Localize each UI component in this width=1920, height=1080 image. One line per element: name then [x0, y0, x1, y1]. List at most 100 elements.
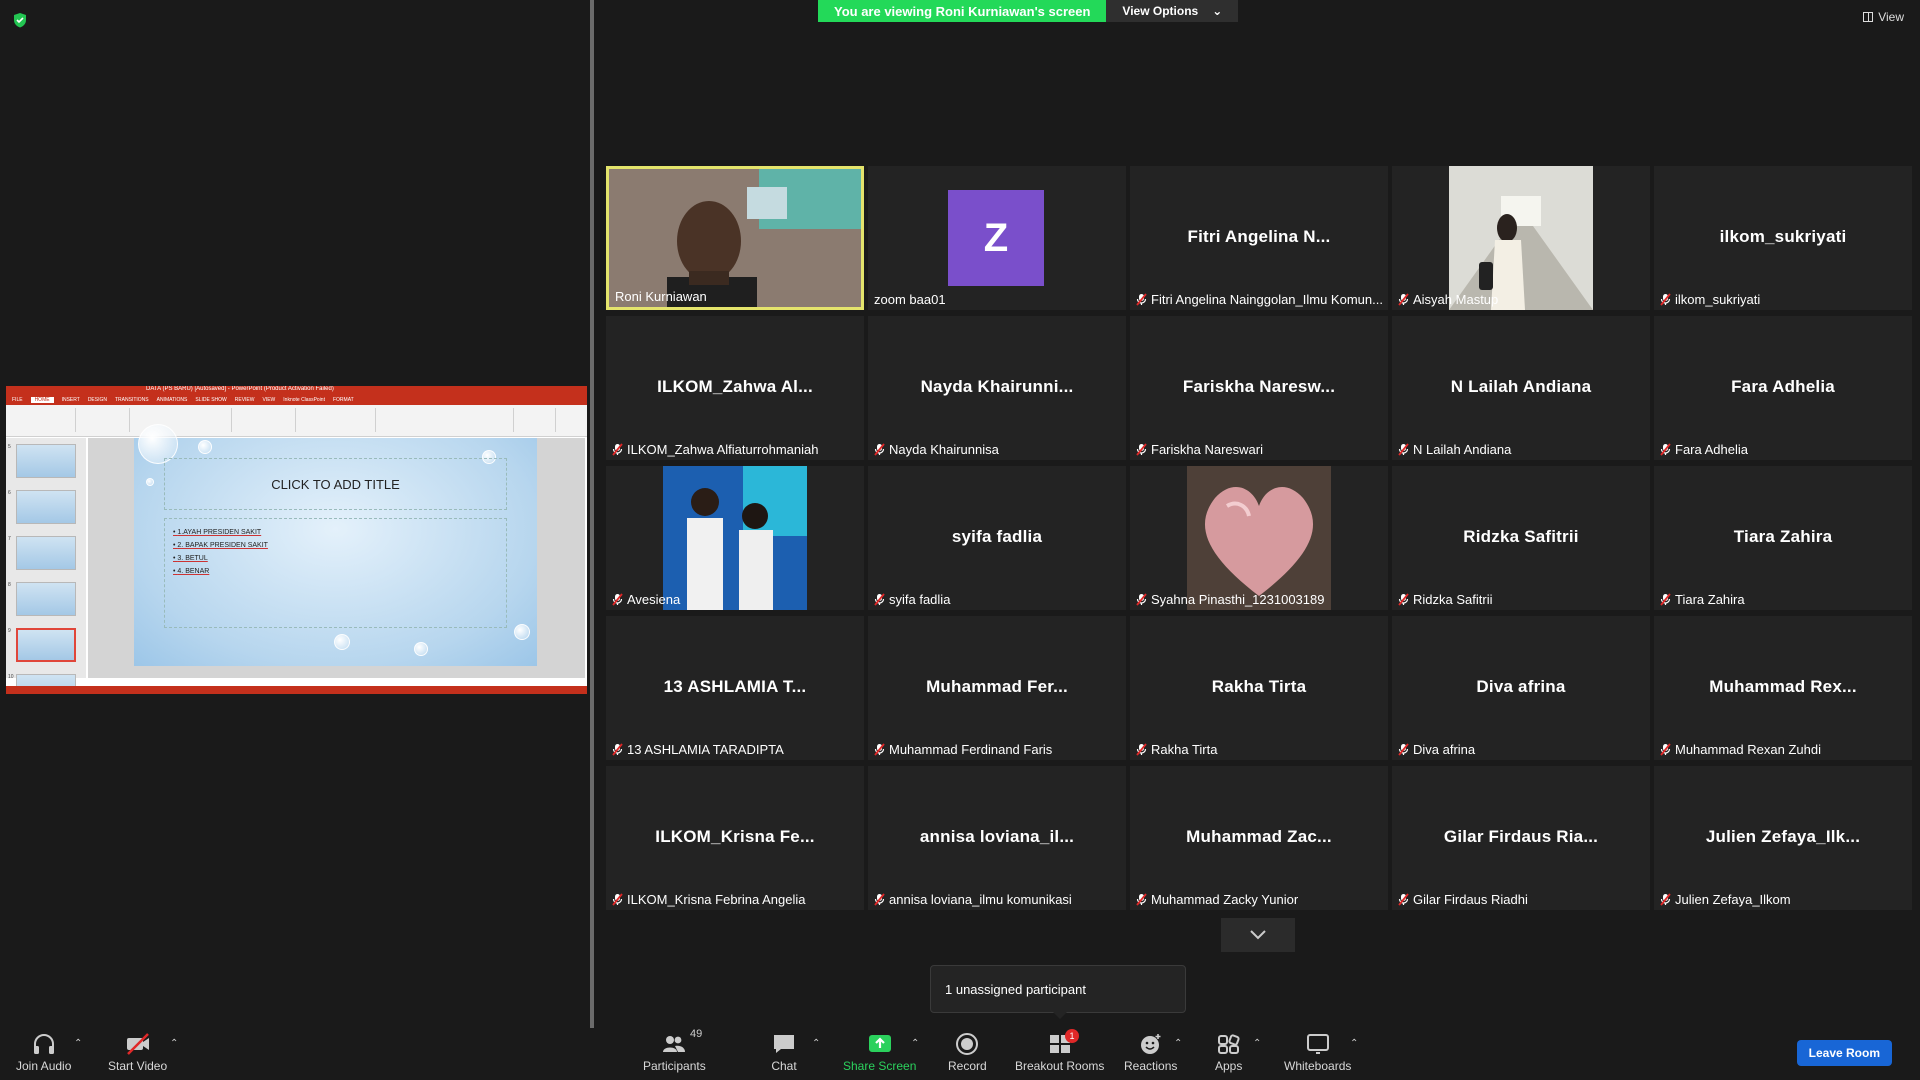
slide-body-placeholder[interactable]: 1.AYAH PRESIDEN SAKIT 2. BAPAK PRESIDEN S…: [164, 518, 507, 628]
participant-tile[interactable]: N Lailah Andiana N Lailah Andiana: [1392, 316, 1650, 460]
participant-display-name: Muhammad Fer...: [926, 677, 1068, 696]
participant-tile[interactable]: Avesiena: [606, 466, 864, 610]
ppt-slide-thumbnails[interactable]: 5 6 7 8 9 10: [6, 438, 86, 694]
apps-button[interactable]: Apps: [1215, 1032, 1242, 1073]
breakout-rooms-button[interactable]: Breakout Rooms: [1015, 1032, 1104, 1073]
split-divider[interactable]: [590, 0, 594, 1028]
participant-tile[interactable]: Tiara Zahira Tiara Zahira: [1654, 466, 1912, 610]
join-audio-label: Join Audio: [16, 1059, 72, 1073]
participant-name: ILKOM_Zahwa Alfiaturrohmaniah: [627, 442, 819, 457]
participant-tile[interactable]: Ridzka Safitrii Ridzka Safitrii: [1392, 466, 1650, 610]
share-options-caret[interactable]: ⌃: [911, 1038, 919, 1049]
share-screen-button[interactable]: Share Screen: [843, 1032, 916, 1073]
participant-name-label: Aisyah Mastup: [1394, 291, 1502, 308]
participant-tile[interactable]: Gilar Firdaus Ria... Gilar Firdaus Riadhi: [1392, 766, 1650, 910]
chat-options-caret[interactable]: ⌃: [812, 1038, 820, 1049]
participant-name: Gilar Firdaus Riadhi: [1413, 892, 1528, 907]
participant-name-label: syifa fadlia: [870, 591, 954, 608]
participant-tile[interactable]: Nayda Khairunni... Nayda Khairunnisa: [868, 316, 1126, 460]
ppt-slide[interactable]: CLICK TO ADD TITLE 1.AYAH PRESIDEN SAKIT…: [134, 424, 537, 666]
ppt-tab: Inknote ClassPoint: [283, 397, 325, 403]
participant-tile[interactable]: 13 ASHLAMIA T... 13 ASHLAMIA TARADIPTA: [606, 616, 864, 760]
shared-screen[interactable]: DATA (PS BARU) [Autosaved] - PowerPoint …: [6, 386, 587, 694]
mic-muted-icon: [874, 743, 885, 756]
slide-bullet: 1.AYAH PRESIDEN SAKIT: [173, 529, 498, 536]
slide-thumbnail[interactable]: [16, 444, 76, 478]
participant-tile[interactable]: Julien Zefaya_Ilk... Julien Zefaya_Ilkom: [1654, 766, 1912, 910]
whiteboard-icon: [1306, 1034, 1329, 1054]
participant-tile[interactable]: annisa loviana_il... annisa loviana_ilmu …: [868, 766, 1126, 910]
mic-muted-icon: [874, 593, 885, 606]
whiteboards-options-caret[interactable]: ⌃: [1350, 1038, 1358, 1049]
participant-name-label: Syahna Pinasthi_1231003189: [1132, 591, 1328, 608]
participant-tile[interactable]: Syahna Pinasthi_1231003189: [1130, 466, 1388, 610]
participant-tile[interactable]: Roni Kurniawan: [606, 166, 864, 310]
breakout-rooms-badge: 1: [1065, 1029, 1079, 1043]
leave-room-button[interactable]: Leave Room: [1796, 1040, 1892, 1066]
chat-label: Chat: [771, 1059, 797, 1073]
participant-name: Fitri Angelina Nainggolan_Ilmu Komun...: [1151, 292, 1383, 307]
participant-tile[interactable]: Muhammad Rex... Muhammad Rexan Zuhdi: [1654, 616, 1912, 760]
participant-display-name: Fara Adhelia: [1731, 377, 1835, 396]
slide-bullet: 2. BAPAK PRESIDEN SAKIT: [173, 542, 498, 549]
participant-name-label: Nayda Khairunnisa: [870, 441, 1003, 458]
ppt-slide-area: CLICK TO ADD TITLE 1.AYAH PRESIDEN SAKIT…: [88, 424, 585, 678]
thumbnail-number: 8: [8, 582, 11, 588]
ppt-tab: FILE: [12, 397, 23, 403]
reactions-options-caret[interactable]: ⌃: [1174, 1038, 1182, 1049]
participant-tile[interactable]: Aisyah Mastup: [1392, 166, 1650, 310]
participant-tile[interactable]: ilkom_sukriyati ilkom_sukriyati: [1654, 166, 1912, 310]
slide-thumbnail[interactable]: [16, 582, 76, 616]
participant-tile[interactable]: Rakha Tirta Rakha Tirta: [1130, 616, 1388, 760]
view-button[interactable]: View: [1863, 10, 1904, 24]
view-options-button[interactable]: View Options ⌄: [1106, 0, 1239, 22]
participant-tile[interactable]: Diva afrina Diva afrina: [1392, 616, 1650, 760]
mic-muted-icon: [874, 893, 885, 906]
participant-tile[interactable]: Fariskha Naresw... Fariskha Nareswari: [1130, 316, 1388, 460]
slide-thumbnail[interactable]: [16, 490, 76, 524]
start-video-button[interactable]: Start Video: [108, 1032, 167, 1073]
audio-options-caret[interactable]: ⌃: [74, 1038, 82, 1049]
chat-button[interactable]: Chat: [771, 1032, 797, 1073]
slide-thumbnail[interactable]: [16, 536, 76, 570]
unassigned-participant-tooltip[interactable]: 1 unassigned participant: [930, 965, 1186, 1019]
participant-tile[interactable]: ILKOM_Krisna Fe... ILKOM_Krisna Febrina A…: [606, 766, 864, 910]
whiteboards-button[interactable]: Whiteboards: [1284, 1032, 1351, 1073]
participant-tile[interactable]: Zzoom baa01: [868, 166, 1126, 310]
participant-tile[interactable]: Muhammad Fer... Muhammad Ferdinand Faris: [868, 616, 1126, 760]
participant-tile[interactable]: Fitri Angelina N... Fitri Angelina Naingg…: [1130, 166, 1388, 310]
join-audio-button[interactable]: Join Audio: [16, 1032, 71, 1073]
mic-muted-icon: [1398, 743, 1409, 756]
participant-photo: [1449, 166, 1593, 310]
participant-tile[interactable]: ILKOM_Zahwa Al... ILKOM_Zahwa Alfiaturroh…: [606, 316, 864, 460]
video-options-caret[interactable]: ⌃: [170, 1038, 178, 1049]
apps-options-caret[interactable]: ⌃: [1253, 1038, 1261, 1049]
participant-tile[interactable]: syifa fadlia syifa fadlia: [868, 466, 1126, 610]
participant-name-label: annisa loviana_ilmu komunikasi: [870, 891, 1076, 908]
gallery-view-icon: [1863, 12, 1874, 22]
mic-muted-icon: [1660, 743, 1671, 756]
participant-name: Muhammad Zacky Yunior: [1151, 892, 1299, 907]
participant-tile[interactable]: Muhammad Zac... Muhammad Zacky Yunior: [1130, 766, 1388, 910]
ppt-tab: ANIMATIONS: [156, 397, 188, 403]
slide-bullet: 4. BENAR: [173, 568, 498, 575]
ppt-tab: INSERT: [61, 397, 80, 403]
record-button[interactable]: Record: [948, 1032, 987, 1073]
ppt-ribbon-tabs: FILE HOME INSERT DESIGN TRANSITIONS ANIMATION…: [6, 395, 587, 405]
participant-avatar: Z: [948, 190, 1044, 286]
apps-label: Apps: [1215, 1059, 1243, 1073]
participant-tile[interactable]: Fara Adhelia Fara Adhelia: [1654, 316, 1912, 460]
participant-display-name: ILKOM_Zahwa Al...: [657, 377, 813, 396]
slide-title-placeholder[interactable]: CLICK TO ADD TITLE: [164, 458, 507, 510]
ppt-status-bar: [6, 686, 587, 694]
participant-name: Julien Zefaya_Ilkom: [1675, 892, 1791, 907]
mic-muted-icon: [1136, 743, 1147, 756]
participant-name: Tiara Zahira: [1675, 592, 1745, 607]
slide-thumbnail[interactable]: [16, 628, 76, 662]
participant-name: Fariskha Nareswari: [1151, 442, 1263, 457]
thumbnail-number: 5: [8, 444, 11, 450]
gallery-next-page-button[interactable]: [1221, 918, 1295, 952]
reactions-button[interactable]: Reactions: [1124, 1032, 1177, 1073]
participant-name: Diva afrina: [1413, 742, 1476, 757]
security-shield-icon[interactable]: [12, 12, 28, 28]
